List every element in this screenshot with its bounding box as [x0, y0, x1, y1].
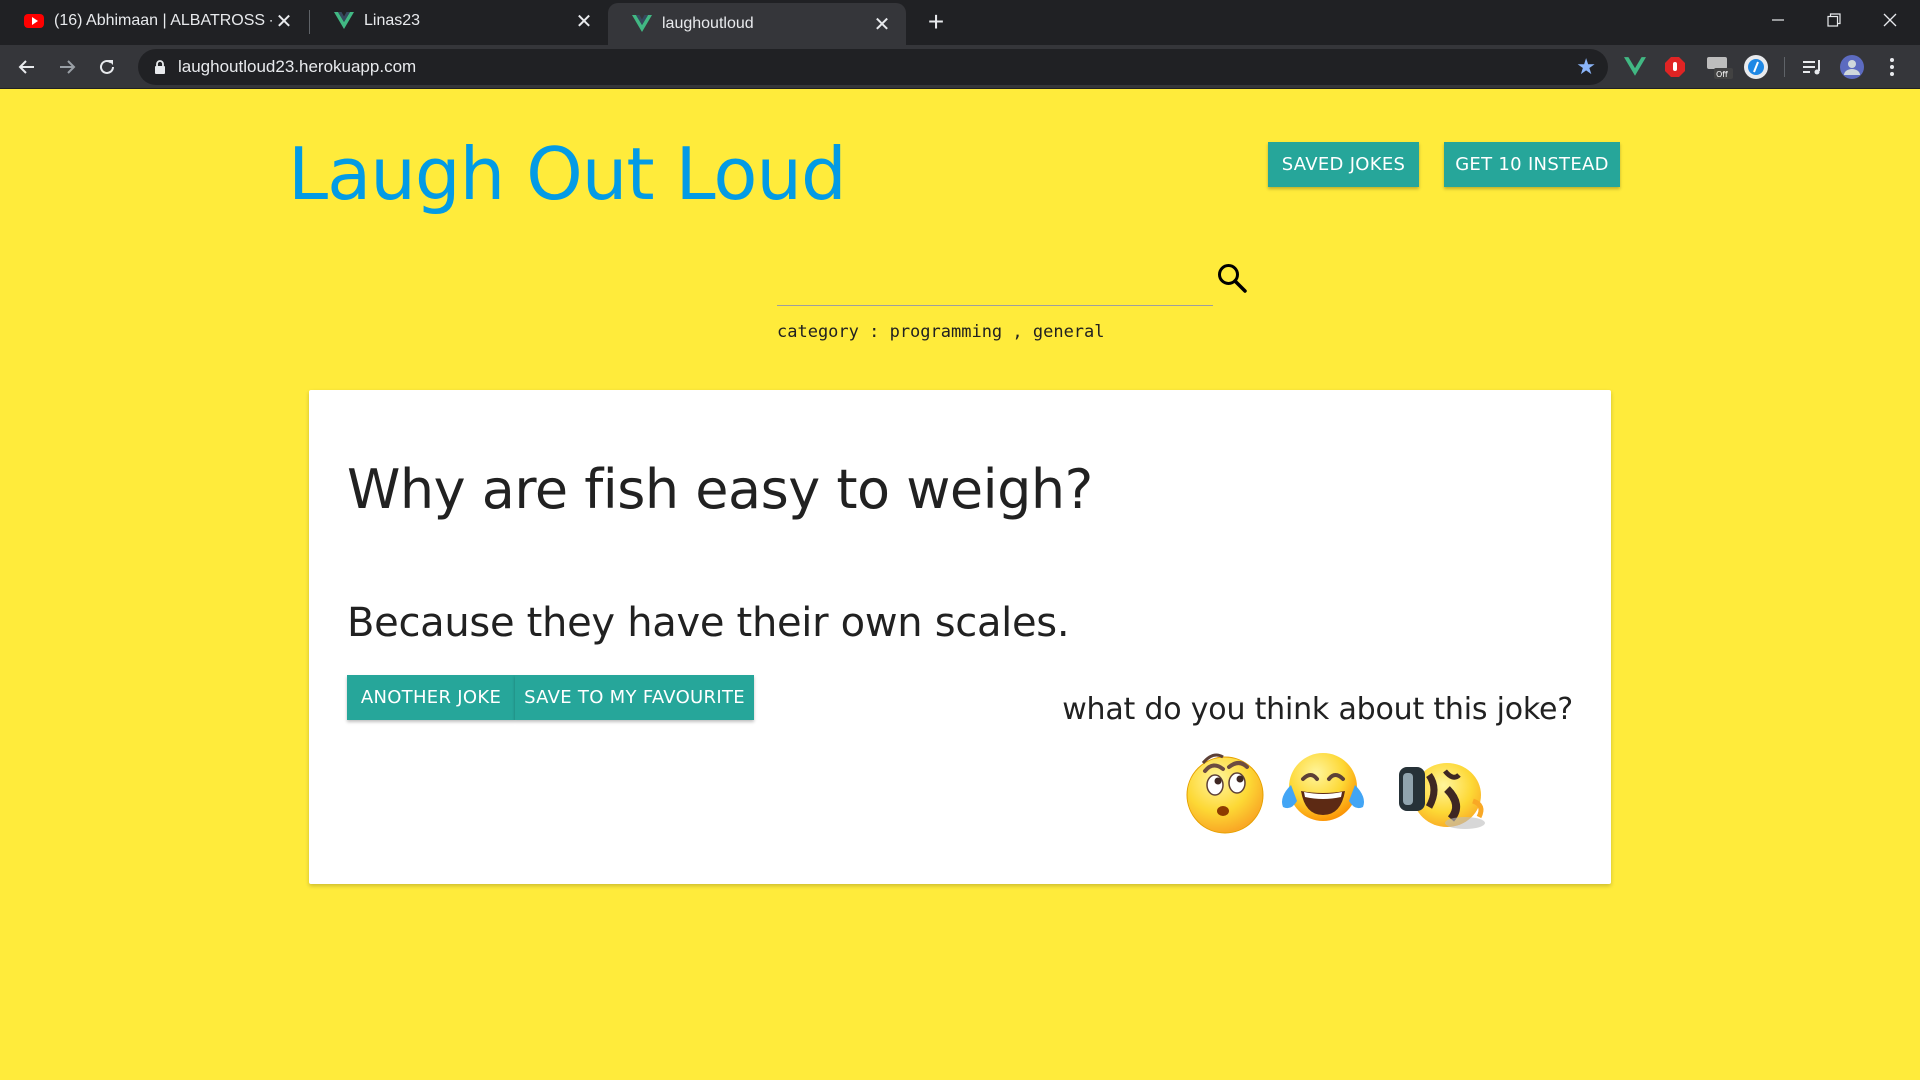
get-ten-button[interactable]: GET 10 INSTEAD — [1444, 142, 1620, 187]
svg-text:Off: Off — [1716, 70, 1728, 79]
reload-icon[interactable] — [89, 49, 125, 85]
site-title[interactable]: Laugh Out Loud — [288, 132, 847, 216]
back-arrow-icon[interactable] — [9, 49, 45, 85]
new-tab-button[interactable]: + — [920, 6, 952, 38]
lock-icon — [155, 60, 165, 74]
bookmark-star-icon[interactable]: ★ — [1576, 54, 1596, 80]
close-tab-icon[interactable]: ✕ — [572, 9, 596, 33]
category-line: category : programming , general — [777, 322, 1105, 342]
profile-avatar[interactable] — [1838, 53, 1866, 81]
adblock-icon[interactable] — [1661, 53, 1689, 81]
tab-title: Linas23 — [364, 12, 421, 29]
minimize-button[interactable] — [1750, 0, 1806, 40]
rating-prompt: what do you think about this joke? — [1062, 692, 1573, 727]
tab-laughoutloud[interactable]: laughoutloud ✕ — [608, 3, 906, 45]
search-input[interactable] — [777, 256, 1213, 305]
joke-question: Why are fish easy to weigh? — [347, 458, 1093, 521]
youtube-icon — [24, 11, 44, 31]
tab-linas23[interactable]: Linas23 ✕ — [310, 0, 608, 42]
tab-strip: (16) Abhimaan | ALBATROSS - Yo ✕ Linas23… — [0, 0, 1920, 45]
forward-arrow-icon[interactable] — [49, 49, 85, 85]
another-joke-button[interactable]: ANOTHER JOKE — [347, 675, 515, 720]
thinking-emoji[interactable] — [1183, 745, 1271, 837]
vue-icon — [632, 14, 652, 34]
browser-toolbar: laughoutloud23.herokuapp.com ★ Off — [0, 45, 1920, 89]
tab-title: (16) Abhimaan | ALBATROSS - Yo — [54, 12, 272, 29]
saved-jokes-button[interactable]: SAVED JOKES — [1268, 142, 1419, 187]
cache-killer-icon[interactable]: Off — [1705, 53, 1733, 81]
save-favourite-button[interactable]: SAVE TO MY FAVOURITE — [515, 675, 754, 720]
close-window-button[interactable] — [1862, 0, 1918, 40]
vue-devtools-icon[interactable] — [1621, 53, 1649, 81]
tab-title: laughoutloud — [662, 15, 754, 32]
search-field — [777, 256, 1213, 306]
toolbar-divider — [1784, 57, 1785, 77]
tears-of-joy-emoji[interactable] — [1279, 745, 1367, 837]
url-text: laughoutloud23.herokuapp.com — [178, 57, 417, 76]
browser-menu-icon[interactable] — [1878, 53, 1906, 81]
tab-youtube[interactable]: (16) Abhimaan | ALBATROSS - Yo ✕ — [0, 0, 308, 42]
close-tab-icon[interactable]: ✕ — [870, 12, 894, 36]
restore-button[interactable] — [1806, 0, 1862, 40]
vue-icon — [334, 11, 354, 31]
search-icon[interactable] — [1216, 262, 1248, 294]
address-bar[interactable]: laughoutloud23.herokuapp.com ★ — [138, 49, 1608, 85]
joke-card: Why are fish easy to weigh? Because they… — [309, 390, 1611, 884]
joke-answer: Because they have their own scales. — [347, 600, 1070, 646]
close-tab-icon[interactable]: ✕ — [272, 9, 296, 33]
rolling-laughing-emoji[interactable] — [1389, 745, 1493, 837]
media-icon[interactable] — [1798, 53, 1826, 81]
ext-circle-icon[interactable] — [1742, 53, 1770, 81]
